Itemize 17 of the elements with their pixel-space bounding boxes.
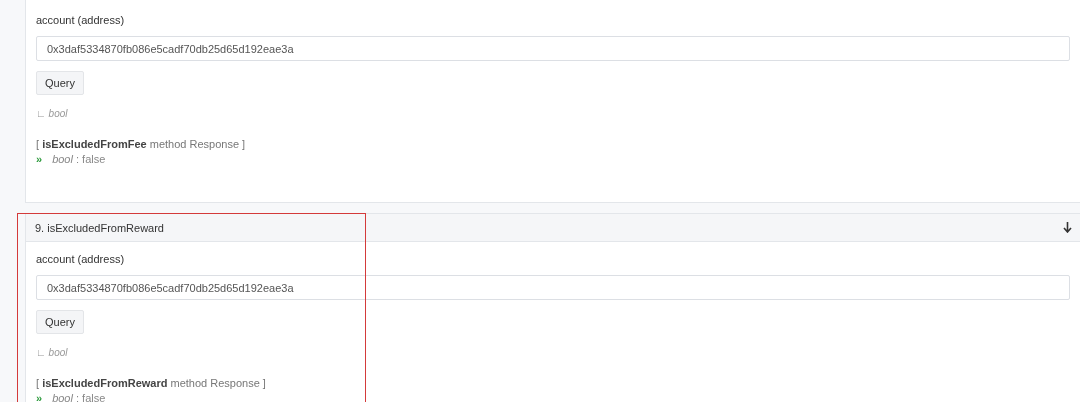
response-heading: [ isExcludedFromFee method Response ]	[36, 138, 247, 150]
response-heading: [ isExcludedFromReward method Response ]	[36, 377, 267, 389]
down-arrow-icon[interactable]	[1063, 222, 1072, 233]
address-input-field[interactable]: 0x3daf5334870fb086e5cadf70db25d65d192eae3a	[36, 275, 1070, 300]
query-button[interactable]: Query	[36, 71, 84, 95]
param-label: account (address)	[36, 253, 126, 266]
card-header[interactable]: 9. isExcludedFromReward	[26, 214, 1080, 242]
response-value: bool : false	[52, 153, 106, 165]
query-button[interactable]: Query	[36, 310, 84, 334]
param-label: account (address)	[36, 14, 126, 27]
chevron-icon: »	[36, 153, 43, 165]
return-type: ∟ bool	[36, 108, 69, 119]
chevron-icon: »	[36, 392, 43, 402]
response-value: bool : false	[52, 392, 106, 402]
method-title: 9. isExcludedFromReward	[35, 221, 164, 234]
address-input-field[interactable]: 0x3daf5334870fb086e5cadf70db25d65d192eae3a	[36, 36, 1070, 61]
return-type: ∟ bool	[36, 347, 69, 358]
